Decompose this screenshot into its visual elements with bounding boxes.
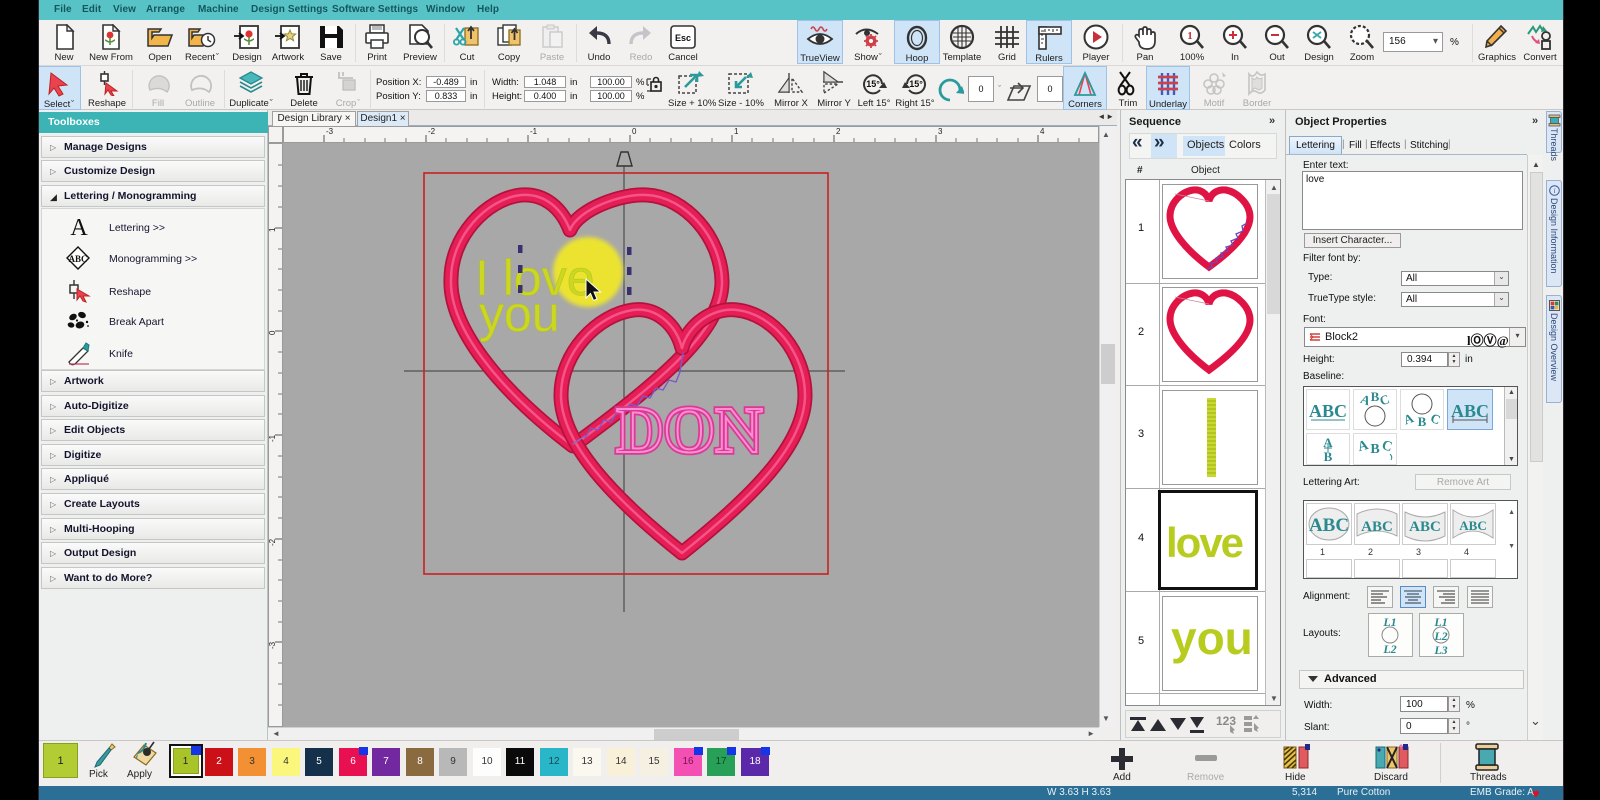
- svg-text:A: A: [1356, 438, 1371, 455]
- svg-text:ABC: ABC: [1309, 401, 1347, 421]
- svg-text:15°: 15°: [866, 79, 880, 89]
- svg-text:B: B: [1418, 414, 1427, 429]
- svg-text:-3: -3: [326, 127, 334, 136]
- svg-text:C: C: [1429, 410, 1443, 427]
- svg-text:2: 2: [836, 127, 841, 136]
- svg-text:ABC: ABC: [1451, 401, 1489, 421]
- svg-text:Esc: Esc: [675, 33, 691, 43]
- svg-text:1: 1: [1187, 30, 1193, 42]
- svg-text:15°: 15°: [909, 79, 923, 89]
- svg-text:0: 0: [269, 330, 277, 335]
- svg-text:-3: -3: [269, 641, 277, 649]
- svg-text:ABC: ABC: [1409, 519, 1441, 535]
- svg-text:123: 123: [1216, 714, 1236, 728]
- svg-text:C: C: [1377, 391, 1391, 408]
- svg-text:0: 0: [632, 127, 637, 136]
- svg-text:1: 1: [269, 227, 277, 232]
- svg-text:ABC: ABC: [1309, 515, 1349, 536]
- svg-text:you: you: [479, 286, 560, 342]
- svg-text:ABC: ABC: [1361, 519, 1393, 535]
- svg-text:1: 1: [734, 127, 739, 136]
- svg-text:DON: DON: [616, 394, 763, 467]
- svg-text:A: A: [1401, 410, 1416, 428]
- svg-text:L2: L2: [1382, 642, 1396, 656]
- svg-text:i: i: [1553, 186, 1555, 195]
- svg-text:4: 4: [1040, 127, 1045, 136]
- svg-text:-2: -2: [269, 538, 277, 546]
- svg-text:B: B: [1370, 442, 1379, 457]
- svg-text:C: C: [1380, 438, 1394, 455]
- svg-text:L3: L3: [1433, 643, 1447, 656]
- svg-text:ABC: ABC: [68, 254, 87, 264]
- svg-text:L2: L2: [1433, 629, 1447, 643]
- svg-text:-2: -2: [428, 127, 436, 136]
- svg-text:-1: -1: [269, 434, 277, 442]
- svg-text:-1: -1: [530, 127, 538, 136]
- svg-text:3: 3: [938, 127, 943, 136]
- svg-text:ABC: ABC: [1459, 518, 1486, 533]
- svg-text:A: A: [70, 216, 88, 238]
